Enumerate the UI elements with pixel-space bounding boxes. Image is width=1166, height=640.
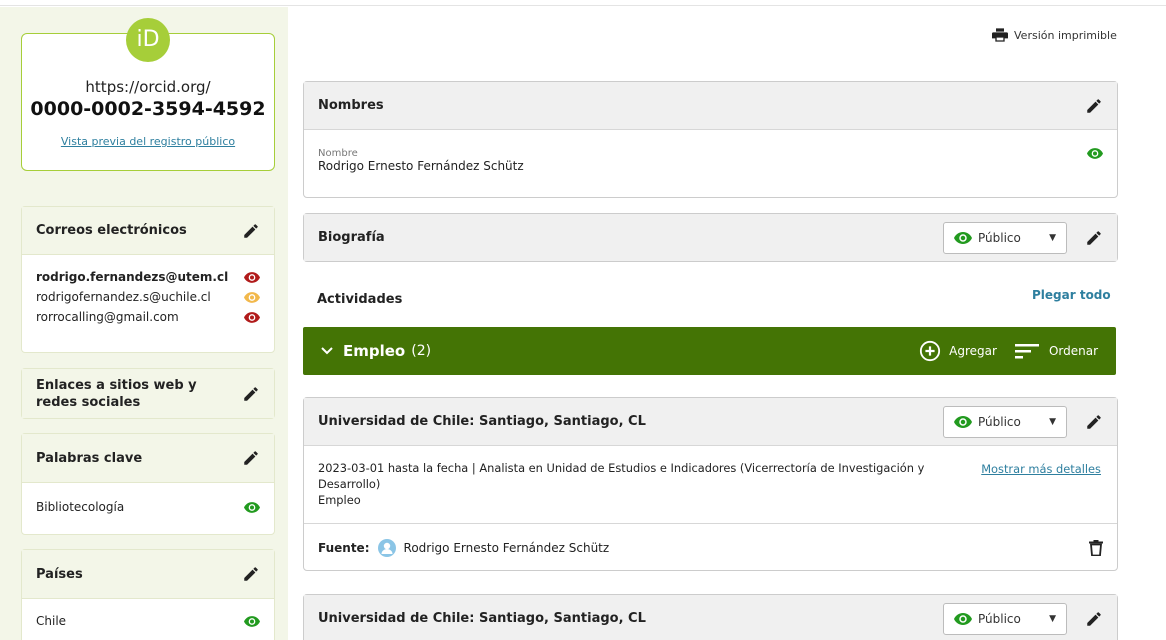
visibility-eye-icon[interactable] bbox=[244, 291, 260, 303]
printable-version-label: Versión imprimible bbox=[1014, 28, 1117, 42]
employment-item: Universidad de Chile: Santiago, Santiago… bbox=[303, 594, 1118, 640]
names-title: Nombres bbox=[318, 98, 384, 113]
edit-employment-pencil-icon[interactable] bbox=[1085, 413, 1103, 431]
caret-down-icon: ▼ bbox=[1049, 613, 1056, 624]
keywords-header: Palabras clave bbox=[22, 434, 274, 483]
email-address: rodrigofernandez.s@uchile.cl bbox=[36, 290, 211, 304]
orcid-url-label: https://orcid.org/ bbox=[85, 78, 211, 96]
employment-item-header: Universidad de Chile: Santiago, Santiago… bbox=[304, 398, 1117, 446]
visibility-eye-icon[interactable] bbox=[244, 271, 260, 283]
websites-title: Enlaces a sitios web y redes sociales bbox=[36, 377, 197, 411]
biography-header: Biografía Público ▼ bbox=[304, 214, 1117, 261]
visibility-eye-icon[interactable] bbox=[244, 501, 260, 513]
chevron-down-icon[interactable] bbox=[321, 347, 333, 355]
country-item: Chile bbox=[36, 611, 260, 631]
source-row: Fuente: Rodrigo Ernesto Fernández Schütz bbox=[304, 523, 1117, 571]
visibility-eye-icon bbox=[954, 612, 972, 625]
employment-item: Universidad de Chile: Santiago, Santiago… bbox=[303, 397, 1118, 571]
employment-count: (2) bbox=[411, 343, 432, 359]
printer-icon bbox=[992, 28, 1008, 42]
websites-title-line1: Enlaces a sitios web y bbox=[36, 377, 197, 393]
biography-card: Biografía Público ▼ bbox=[303, 213, 1118, 262]
websites-title-line2: redes sociales bbox=[36, 394, 141, 410]
employment-detail-line1: 2023-03-01 hasta la fecha | Analista en … bbox=[318, 461, 925, 475]
edit-names-pencil-icon[interactable] bbox=[1085, 97, 1103, 115]
name-field-label: Nombre bbox=[318, 148, 358, 159]
source-label: Fuente: bbox=[318, 540, 370, 555]
websites-header: Enlaces a sitios web y redes sociales bbox=[22, 369, 274, 418]
edit-countries-pencil-icon[interactable] bbox=[242, 565, 260, 583]
visibility-label: Público bbox=[978, 611, 1021, 626]
visibility-dropdown[interactable]: Público ▼ bbox=[943, 221, 1067, 254]
keyword-text: Bibliotecología bbox=[36, 500, 125, 514]
email-item: rodrigo.fernandezs@utem.cl bbox=[36, 267, 260, 287]
add-circle-icon[interactable] bbox=[919, 340, 941, 362]
edit-websites-pencil-icon[interactable] bbox=[242, 385, 260, 403]
emails-header: Correos electrónicos bbox=[22, 207, 274, 255]
email-item: rorrocalling@gmail.com bbox=[36, 307, 260, 327]
emails-section: Correos electrónicos rodrigo.fernandezs@… bbox=[21, 206, 275, 353]
edit-biography-pencil-icon[interactable] bbox=[1085, 229, 1103, 247]
email-address: rorrocalling@gmail.com bbox=[36, 310, 179, 324]
user-avatar-icon bbox=[377, 538, 396, 557]
email-address: rodrigo.fernandezs@utem.cl bbox=[36, 270, 229, 284]
employment-detail-line2: Desarrollo) bbox=[318, 477, 381, 491]
email-item: rodrigofernandez.s@uchile.cl bbox=[36, 287, 260, 307]
name-field-value: Rodrigo Ernesto Fernández Schütz bbox=[318, 159, 524, 173]
visibility-label: Público bbox=[978, 230, 1021, 245]
websites-section: Enlaces a sitios web y redes sociales bbox=[21, 368, 275, 419]
employment-title: Empleo bbox=[343, 342, 406, 360]
emails-title: Correos electrónicos bbox=[36, 223, 187, 238]
keywords-section: Palabras clave Bibliotecología bbox=[21, 433, 275, 535]
trash-icon[interactable] bbox=[1089, 539, 1103, 556]
show-more-details-link[interactable]: Mostrar más detalles bbox=[981, 462, 1101, 476]
names-card: Nombres Nombre Rodrigo Ernesto Fernández… bbox=[303, 81, 1118, 198]
visibility-dropdown[interactable]: Público ▼ bbox=[943, 405, 1067, 438]
sort-icon[interactable] bbox=[1014, 343, 1039, 359]
keywords-title: Palabras clave bbox=[36, 450, 143, 466]
countries-header: Países bbox=[22, 550, 274, 599]
activities-heading: Actividades bbox=[317, 292, 403, 307]
orcid-logo-icon: iD bbox=[126, 18, 170, 62]
employment-section-bar[interactable]: Empleo (2) Agregar Ordenar bbox=[303, 327, 1116, 375]
countries-section: Países Chile bbox=[21, 549, 275, 640]
sort-employment-button[interactable]: Ordenar bbox=[1049, 344, 1098, 358]
employment-org: Universidad de Chile: Santiago, Santiago… bbox=[318, 414, 646, 429]
visibility-label: Público bbox=[978, 414, 1021, 429]
public-record-preview-link[interactable]: Vista previa del registro público bbox=[22, 135, 274, 148]
countries-title: Países bbox=[36, 566, 83, 582]
biography-title: Biografía bbox=[318, 230, 385, 245]
orcid-id-number: 0000-0002-3594-4592 bbox=[30, 98, 266, 120]
source-name: Rodrigo Ernesto Fernández Schütz bbox=[403, 540, 610, 555]
visibility-eye-icon[interactable] bbox=[244, 615, 260, 627]
edit-keywords-pencil-icon[interactable] bbox=[242, 449, 260, 467]
visibility-eye-icon[interactable] bbox=[1087, 148, 1103, 159]
employment-item-header: Universidad de Chile: Santiago, Santiago… bbox=[304, 595, 1117, 640]
edit-emails-pencil-icon[interactable] bbox=[242, 222, 260, 240]
fold-all-link[interactable]: Plegar todo bbox=[1032, 288, 1111, 302]
top-border bbox=[0, 0, 1166, 6]
caret-down-icon: ▼ bbox=[1049, 416, 1056, 427]
source-label-text: Fuente bbox=[318, 540, 365, 555]
country-text: Chile bbox=[36, 614, 67, 628]
employment-type: Empleo bbox=[318, 493, 361, 507]
keyword-item: Bibliotecología bbox=[36, 497, 260, 517]
caret-down-icon: ▼ bbox=[1049, 232, 1056, 243]
names-header: Nombres bbox=[304, 82, 1117, 130]
visibility-eye-icon bbox=[954, 231, 972, 244]
employment-org: Universidad de Chile: Santiago, Santiago… bbox=[318, 611, 646, 626]
visibility-dropdown[interactable]: Público ▼ bbox=[943, 602, 1067, 635]
visibility-eye-icon bbox=[954, 415, 972, 428]
printable-version-link[interactable]: Versión imprimible bbox=[992, 28, 1117, 42]
edit-employment-pencil-icon[interactable] bbox=[1085, 610, 1103, 628]
add-employment-button[interactable]: Agregar bbox=[949, 344, 997, 358]
visibility-eye-icon[interactable] bbox=[244, 311, 260, 323]
